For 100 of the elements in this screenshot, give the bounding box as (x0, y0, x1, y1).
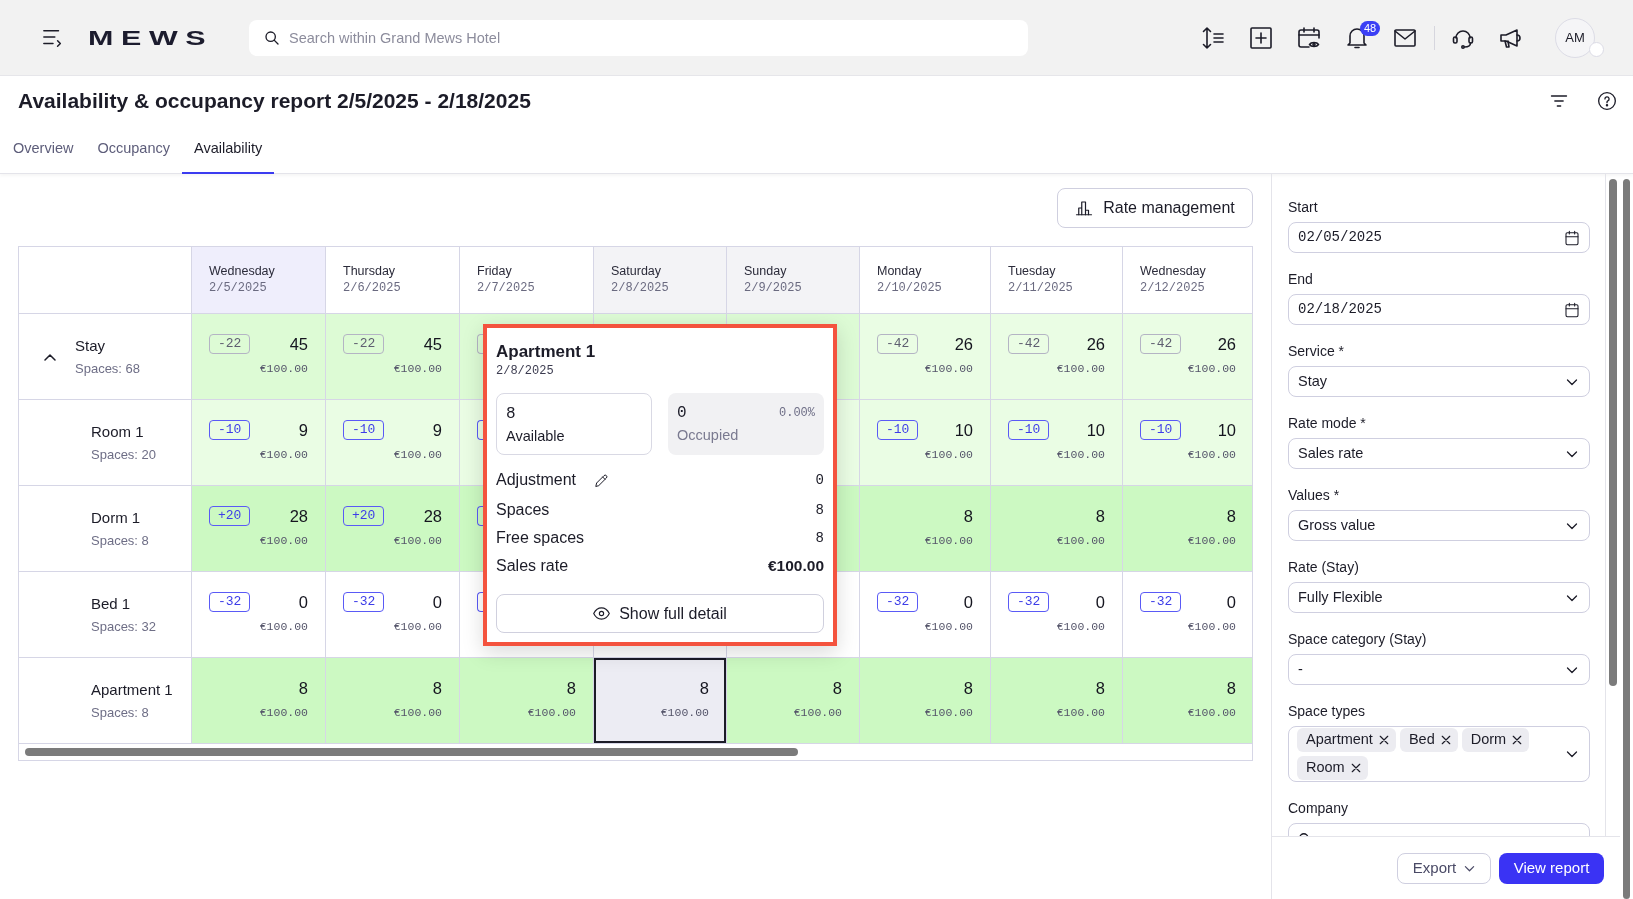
availability-value: 10 (954, 420, 973, 440)
availability-value: 26 (1217, 334, 1236, 354)
table-cell[interactable]: 8 €100.00 (1123, 486, 1252, 571)
adjustment-tag[interactable]: -32 (877, 592, 919, 612)
table-cell[interactable]: 8 €100.00 (460, 658, 594, 743)
line-spacing-icon[interactable] (1201, 25, 1225, 50)
day-name: Monday (877, 263, 923, 279)
select-field[interactable]: Fully Flexible (1288, 582, 1590, 613)
table-cell[interactable]: 8 €100.00 (860, 658, 991, 743)
close-icon[interactable] (1350, 763, 1361, 773)
rate-price: €100.00 (259, 706, 308, 720)
adjustment-tag[interactable]: -10 (1008, 420, 1050, 440)
row-name: Stay (75, 336, 106, 355)
adjustment-tag[interactable]: +20 (343, 506, 385, 526)
table-cell[interactable]: -22 45 €100.00 (192, 314, 326, 399)
field-label: Service * (1288, 343, 1346, 360)
user-avatar[interactable]: AM (1555, 17, 1595, 58)
tab[interactable]: Availability (182, 126, 275, 174)
adjustment-tag[interactable]: -32 (209, 592, 251, 612)
adjustment-tag: -22 (343, 334, 385, 354)
row-name: Dorm 1 (91, 508, 142, 527)
adjustment-tag[interactable]: -10 (1140, 420, 1182, 440)
table-cell[interactable]: -10 9 €100.00 (192, 400, 326, 485)
space-count: Spaces: 68 (75, 360, 141, 377)
table-cell[interactable]: -42 26 €100.00 (991, 314, 1123, 399)
table-cell[interactable]: -42 26 €100.00 (1123, 314, 1252, 399)
multiselect-field[interactable]: Apartment Bed Dorm Room (1288, 726, 1590, 782)
tab[interactable]: Overview (1, 126, 86, 174)
table-cell[interactable]: -10 10 €100.00 (991, 400, 1123, 485)
adjustment-tag[interactable]: -10 (343, 420, 385, 440)
table-cell[interactable]: 8 €100.00 (326, 658, 460, 743)
filter-chip[interactable]: Room (1297, 756, 1368, 780)
search-field[interactable]: Search within Grand Mews Hotel (249, 19, 1028, 56)
table-cell[interactable]: -42 26 €100.00 (860, 314, 991, 399)
adjustment-tag[interactable]: -32 (343, 592, 385, 612)
table-cell[interactable]: +20 28 €100.00 (326, 486, 460, 571)
date-field[interactable]: 02/18/2025 (1288, 294, 1590, 325)
calendar-eye-icon[interactable] (1297, 25, 1321, 50)
rate-price: €100.00 (924, 620, 973, 634)
table-cell[interactable]: 8 €100.00 (991, 658, 1123, 743)
tab[interactable]: Occupancy (85, 126, 182, 174)
rate-price: €100.00 (1187, 448, 1236, 462)
select-field[interactable]: Stay (1288, 366, 1590, 397)
close-icon[interactable] (1378, 735, 1389, 745)
view-report-button[interactable]: View report (1499, 852, 1604, 884)
adjustment-tag[interactable]: +20 (209, 506, 251, 526)
plus-square-icon[interactable] (1249, 25, 1273, 50)
select-field[interactable]: Gross value (1288, 510, 1590, 541)
stat-label: Occupied (677, 426, 740, 444)
table-cell[interactable]: -10 9 €100.00 (326, 400, 460, 485)
table-cell[interactable]: 8 €100.00 (1123, 658, 1252, 743)
column-date: 2/12/2025 (1140, 280, 1206, 296)
rate-management-button[interactable]: Rate management (1057, 188, 1253, 228)
detail-value: 0 (815, 470, 824, 490)
day-name: Sunday (744, 263, 788, 279)
help-icon[interactable] (1597, 91, 1617, 111)
table-cell[interactable]: -22 45 €100.00 (326, 314, 460, 399)
rate-price: €100.00 (393, 620, 442, 634)
availability-value: 8 (432, 678, 442, 698)
rate-price: €100.00 (924, 706, 973, 720)
table-cell[interactable]: -10 10 €100.00 (860, 400, 991, 485)
filter-chip[interactable]: Dorm (1461, 728, 1530, 752)
horizontal-scrollbar[interactable] (25, 748, 798, 756)
availability-value: 8 (963, 506, 973, 526)
space-count: Spaces: 8 (91, 704, 150, 721)
field-label: Company (1288, 800, 1349, 817)
adjustment-tag[interactable]: -10 (877, 420, 919, 440)
adjustment-tag: -42 (1008, 334, 1050, 354)
adjustment-tag[interactable]: -32 (1008, 592, 1050, 612)
filter-chip[interactable]: Bed (1399, 728, 1458, 752)
date-field[interactable]: 02/05/2025 (1288, 222, 1590, 253)
stat-label: Available (506, 427, 566, 445)
rate-price: €100.00 (393, 362, 442, 376)
table-cell[interactable]: 8 €100.00 (860, 486, 991, 571)
table-cell[interactable]: 8 €100.00 (991, 486, 1123, 571)
availability-value: 0 (298, 592, 308, 612)
adjustment-tag[interactable]: -10 (209, 420, 251, 440)
adjustment-tag[interactable]: -32 (1140, 592, 1182, 612)
close-icon[interactable] (1512, 735, 1523, 745)
table-cell[interactable]: 8 €100.00 (192, 658, 326, 743)
filter-chip[interactable]: Apartment (1297, 728, 1396, 752)
space-count: Spaces: 20 (91, 446, 157, 463)
rate-price: €100.00 (527, 706, 576, 720)
export-button[interactable]: Export (1397, 852, 1491, 884)
availability-value: 26 (954, 334, 973, 354)
show-detail-button[interactable]: Show full detail (496, 594, 824, 633)
vertical-scrollbar[interactable] (1609, 179, 1617, 686)
table-cell[interactable]: 8 €100.00 (727, 658, 860, 743)
table-cell[interactable]: 8 €100.00 (594, 658, 727, 743)
close-icon[interactable] (1440, 735, 1451, 745)
select-field[interactable]: - (1288, 654, 1590, 685)
table-cell[interactable]: -10 10 €100.00 (1123, 400, 1252, 485)
detail-value: 8 (815, 528, 824, 548)
chevron-up-icon[interactable] (44, 352, 56, 361)
select-field[interactable]: Sales rate (1288, 438, 1590, 469)
chevron-down-icon (1566, 748, 1578, 760)
table-cell[interactable]: +20 28 €100.00 (192, 486, 326, 571)
space-count: Spaces: 32 (91, 618, 157, 635)
pencil-icon[interactable] (594, 472, 610, 488)
page-scrollbar[interactable] (1623, 179, 1630, 899)
